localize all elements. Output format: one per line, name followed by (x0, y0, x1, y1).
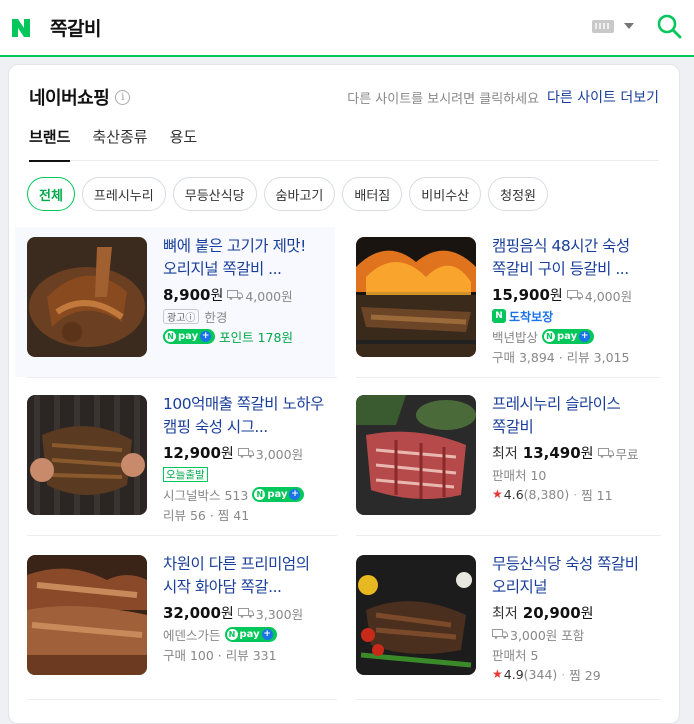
review-count: (344) (523, 666, 558, 682)
chip-brand[interactable]: 비비수산 (409, 177, 482, 211)
shipping-fee: 3,300원 (237, 604, 303, 623)
site-hint: 다른 사이트를 보시려면 클릭하세요 (347, 91, 540, 107)
product-stats: 리뷰 56 · 찜 41 (163, 507, 250, 523)
product-image[interactable] (27, 395, 147, 515)
chevron-down-icon[interactable] (624, 23, 634, 29)
chip-brand[interactable]: 무등산식당 (172, 177, 257, 211)
product-title[interactable]: 프레시누리 슬라이스 쪽갈비 (492, 393, 664, 439)
product-price: 13,490 (522, 444, 581, 462)
divider (356, 699, 661, 700)
product-title[interactable]: 100억매출 쪽갈비 노하우 캠핑 숙성 시그... (163, 393, 335, 439)
divider (27, 699, 337, 700)
npay-plus-icon: Npay + (163, 328, 216, 344)
tab-usage[interactable]: 용도 (170, 125, 198, 161)
product-card[interactable]: 캠핑음식 48시간 숙성 쪽갈비 구이 등갈비 ... 15,900 원 4,00… (344, 227, 664, 377)
today-dispatch-badge: 오늘출발 (163, 466, 208, 482)
point-reward: 포인트 178원 (219, 329, 293, 345)
rating-value: 4.6 (503, 486, 524, 502)
product-price: 32,000 (163, 604, 221, 622)
product-card[interactable]: 무등산식당 숙성 쪽갈비 오리지널 최저 20,900 원 3,000원 포함 판매… (344, 545, 664, 695)
brand-chips: 전체 프레시누리 무등산식당 숨바고기 배터짐 비비수산 청정원 (27, 177, 669, 211)
divider (356, 535, 661, 536)
search-icon[interactable] (656, 13, 682, 39)
panel-title: 네이버쇼핑 (29, 88, 110, 109)
star-icon: ★ (492, 667, 503, 681)
naver-logo-icon[interactable] (8, 15, 34, 41)
search-header: 쪽갈비 (0, 0, 694, 57)
product-price: 8,900 (163, 286, 211, 304)
shipping-fee: 3,000원 (237, 444, 303, 463)
product-title[interactable]: 무등산식당 숙성 쪽갈비 오리지널 (492, 553, 664, 599)
truck-icon (566, 290, 583, 300)
product-card[interactable]: 뼈에 붙은 고기가 제맛! 오리지널 쪽갈비 ... 8,900 원 4,000원… (15, 227, 335, 377)
product-price: 20,900 (522, 604, 581, 622)
shipping-fee: 4,000원 (227, 286, 293, 305)
product-image[interactable] (356, 555, 476, 675)
seller-count: 판매처 5 (492, 647, 539, 663)
seller-name[interactable]: 에덴스가든 (163, 625, 221, 644)
product-image[interactable] (27, 237, 147, 357)
zzim-count: 찜 11 (581, 487, 613, 503)
keyboard-icon[interactable] (592, 19, 614, 33)
truck-icon (227, 290, 244, 300)
product-card[interactable]: 차원이 다른 프리미엄의 시작 화아담 쪽갈... 32,000 원 3,300원… (15, 545, 335, 695)
star-icon: ★ (492, 487, 503, 501)
seller-count: 판매처 10 (492, 467, 547, 483)
more-sites-link[interactable]: 다른 사이트 더보기 (547, 87, 659, 107)
product-image[interactable] (27, 555, 147, 675)
review-count: (8,380) (523, 486, 570, 502)
chip-all[interactable]: 전체 (27, 177, 75, 211)
shipping-fee: 무료 (597, 444, 639, 463)
divider (27, 377, 337, 378)
product-stats: 구매 100 · 리뷰 331 (163, 647, 277, 663)
arrival-guarantee-badge: N 도착보장 (492, 308, 553, 325)
shopping-panel: 네이버쇼핑 i 다른 사이트를 보시려면 클릭하세요 다른 사이트 더보기 브랜… (8, 64, 680, 724)
seller-name[interactable]: 백년밥상 (492, 327, 538, 346)
ad-badge[interactable]: 광고ⓘ (163, 308, 200, 324)
search-query[interactable]: 쪽갈비 (50, 14, 101, 41)
truck-icon (237, 608, 254, 618)
tab-meat-type[interactable]: 축산종류 (92, 125, 147, 161)
shipping-fee: 4,000원 (566, 286, 632, 305)
seller-name[interactable]: 한경 (204, 307, 227, 326)
product-title[interactable]: 차원이 다른 프리미엄의 시작 화아담 쪽갈... (163, 553, 335, 599)
product-image[interactable] (356, 237, 476, 357)
npay-plus-icon: Npay + (542, 328, 595, 344)
zzim-count: 찜 29 (569, 667, 601, 683)
tab-brand[interactable]: 브랜드 (29, 125, 71, 162)
info-icon[interactable]: i (115, 89, 131, 105)
product-title[interactable]: 뼈에 붙은 고기가 제맛! 오리지널 쪽갈비 ... (163, 235, 335, 281)
filter-tabs: 브랜드 축산종류 용도 (29, 125, 659, 162)
divider (27, 535, 337, 536)
rating-value: 4.9 (503, 666, 524, 682)
product-title[interactable]: 캠핑음식 48시간 숙성 쪽갈비 구이 등갈비 ... (492, 235, 664, 281)
chip-brand[interactable]: 프레시누리 (81, 177, 166, 211)
divider (356, 377, 661, 378)
shipping-fee: 3,000원 포함 (492, 625, 584, 644)
chip-brand[interactable]: 배터짐 (342, 177, 403, 211)
truck-icon (492, 629, 508, 639)
chip-brand[interactable]: 숨바고기 (263, 177, 336, 211)
product-stats: 구매 3,894 · 리뷰 3,015 (492, 349, 630, 365)
product-image[interactable] (356, 395, 476, 515)
product-price: 12,900 (163, 444, 221, 462)
product-card[interactable]: 100억매출 쪽갈비 노하우 캠핑 숙성 시그... 12,900 원 3,000… (15, 385, 335, 535)
npay-plus-icon: Npay + (224, 626, 277, 642)
product-price: 15,900 (492, 286, 550, 304)
npay-plus-icon: Npay + (252, 486, 305, 502)
product-card[interactable]: 프레시누리 슬라이스 쪽갈비 최저 13,490 원 무료 판매처 10 ★ 4.6(… (344, 385, 664, 535)
seller-name[interactable]: 시그널박스 513 (163, 485, 248, 504)
truck-icon (237, 448, 254, 458)
truck-icon (597, 448, 614, 458)
chip-brand[interactable]: 청정원 (488, 177, 549, 211)
